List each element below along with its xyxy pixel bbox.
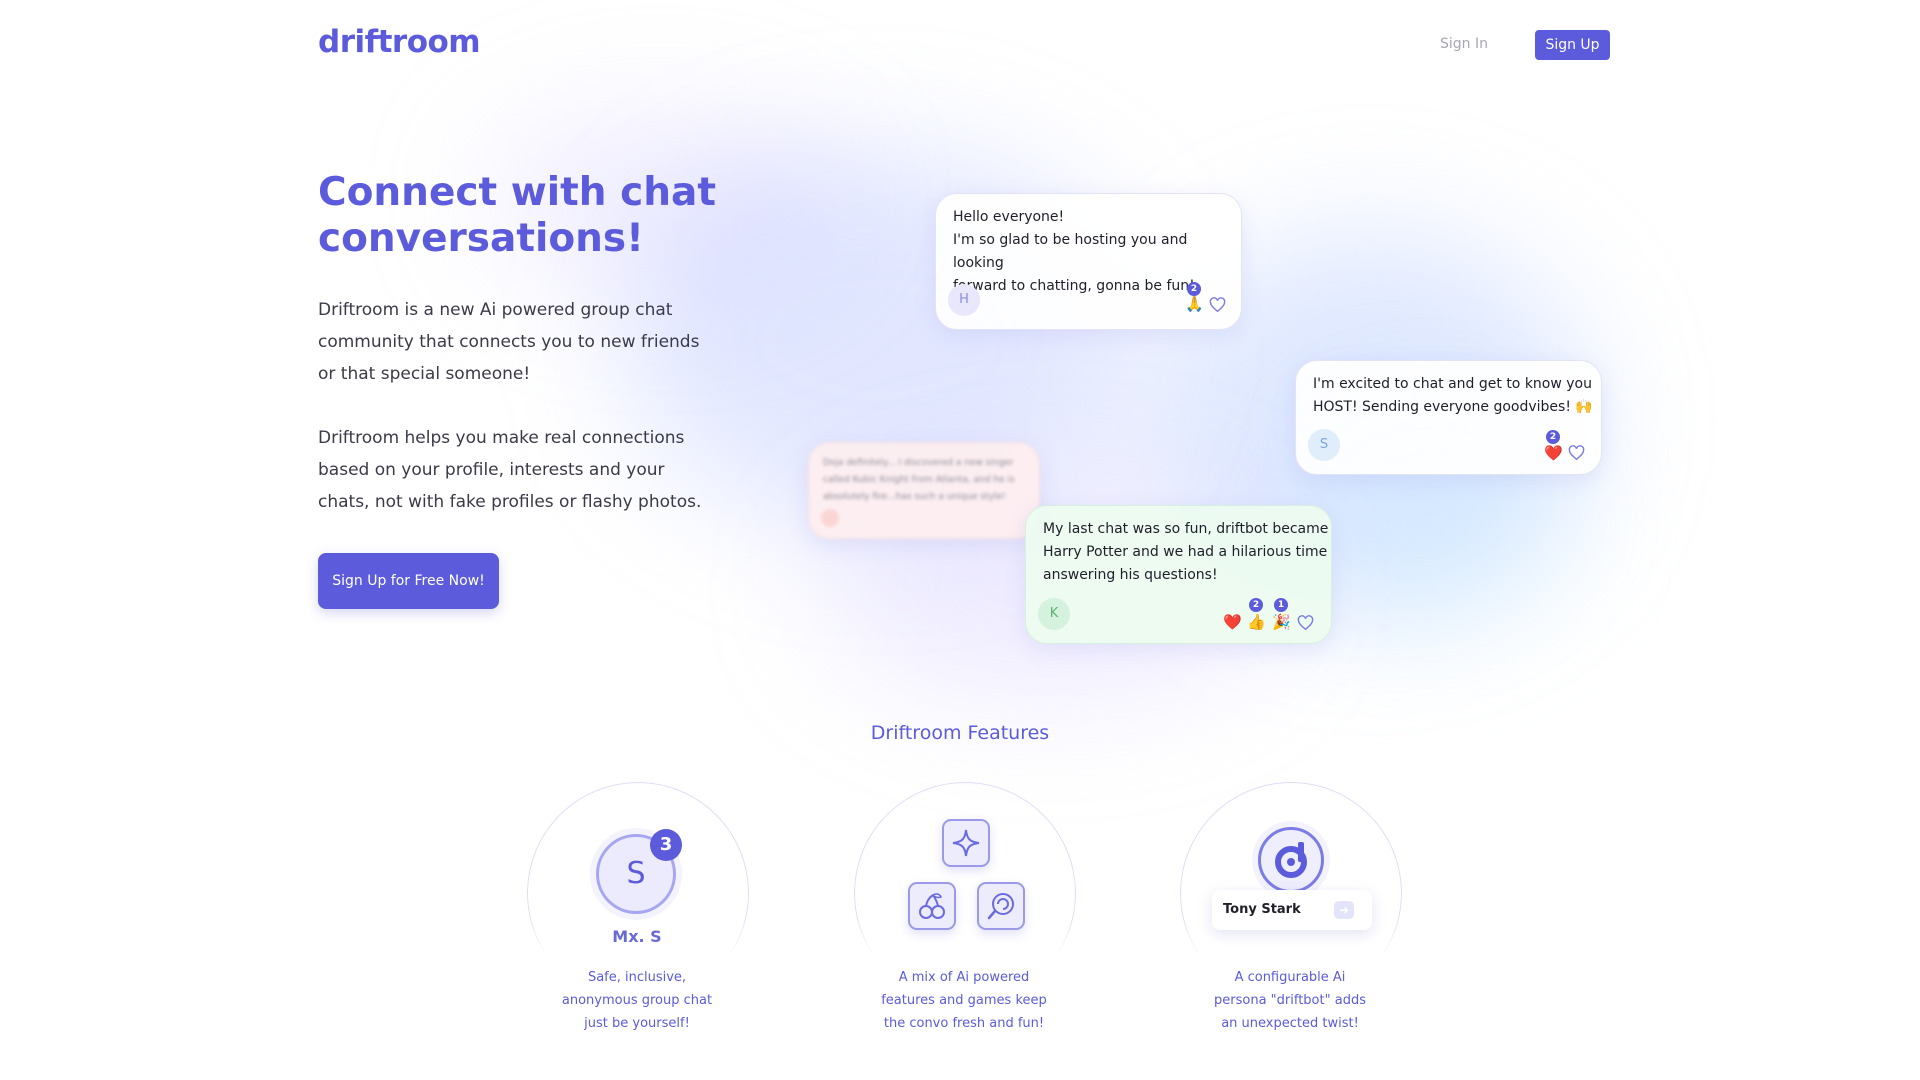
avatar: K bbox=[1038, 598, 1070, 630]
logo[interactable]: driftroom bbox=[318, 24, 481, 60]
arrow-right-icon[interactable]: ➜ bbox=[1334, 901, 1354, 919]
hero-title: Connect with chat conversations! bbox=[318, 170, 716, 261]
hero-paragraph: Driftroom helps you make real connection… bbox=[318, 428, 702, 512]
hero-paragraph: Driftroom is a new Ai powered group chat… bbox=[318, 300, 700, 384]
chat-bubble-blurred: Doja definitely... I discovered a new si… bbox=[808, 442, 1040, 539]
reaction-emoji[interactable]: 🙏 bbox=[1185, 296, 1204, 312]
reaction-emoji[interactable]: ❤️ bbox=[1223, 614, 1242, 630]
reaction-count-badge: 2 bbox=[1249, 598, 1263, 612]
chat-bubble-harry-potter: My last chat was so fun, driftbot became… bbox=[1025, 505, 1332, 644]
feature-description: Safe, inclusive, anonymous group chat ju… bbox=[561, 970, 713, 1031]
reaction-count-badge: 2 bbox=[1546, 430, 1560, 444]
driftbot-logo-icon bbox=[1258, 827, 1324, 893]
features-title: Driftroom Features bbox=[870, 722, 1050, 744]
driftbot-persona-card[interactable]: Tony Stark ➜ bbox=[1212, 890, 1372, 930]
reaction-emoji[interactable]: 🎉 bbox=[1272, 614, 1291, 630]
chat-bubble-host: Hello everyone! I'm so glad to be hostin… bbox=[935, 193, 1242, 330]
reaction-count-badge: 1 bbox=[1274, 598, 1288, 612]
reaction-emoji[interactable]: 👍 bbox=[1247, 614, 1266, 630]
reaction-emoji[interactable]: ❤️ bbox=[1544, 445, 1563, 461]
avatar bbox=[821, 509, 839, 527]
cherries-icon bbox=[908, 882, 956, 930]
heart-icon[interactable] bbox=[1209, 297, 1226, 313]
heart-icon[interactable] bbox=[1297, 615, 1314, 631]
lollipop-icon bbox=[977, 882, 1025, 930]
mx-s-name: Mx. S bbox=[612, 927, 662, 946]
avatar: S bbox=[1308, 429, 1340, 461]
reaction-count-badge: 2 bbox=[1187, 282, 1201, 296]
chat-bubble-excited: I'm excited to chat and get to know you … bbox=[1295, 360, 1602, 475]
chat-text: I'm excited to chat and get to know you … bbox=[1313, 376, 1593, 415]
feature-description: A mix of Ai powered features and games k… bbox=[881, 970, 1047, 1031]
notification-badge: 3 bbox=[650, 829, 682, 861]
sparkle-icon bbox=[942, 819, 990, 867]
feature-description: A configurable Ai persona "driftbot" add… bbox=[1214, 970, 1366, 1031]
chat-text: Doja definitely... I discovered a new si… bbox=[823, 458, 1015, 502]
sign-up-button[interactable]: Sign Up bbox=[1535, 30, 1610, 60]
avatar: H bbox=[948, 284, 980, 316]
sign-in-link[interactable]: Sign In bbox=[1440, 36, 1488, 52]
chat-text: My last chat was so fun, driftbot became… bbox=[1043, 521, 1329, 583]
persona-name: Tony Stark bbox=[1223, 902, 1301, 917]
heart-icon[interactable] bbox=[1568, 445, 1585, 461]
sign-up-free-button[interactable]: Sign Up for Free Now! bbox=[318, 553, 499, 609]
